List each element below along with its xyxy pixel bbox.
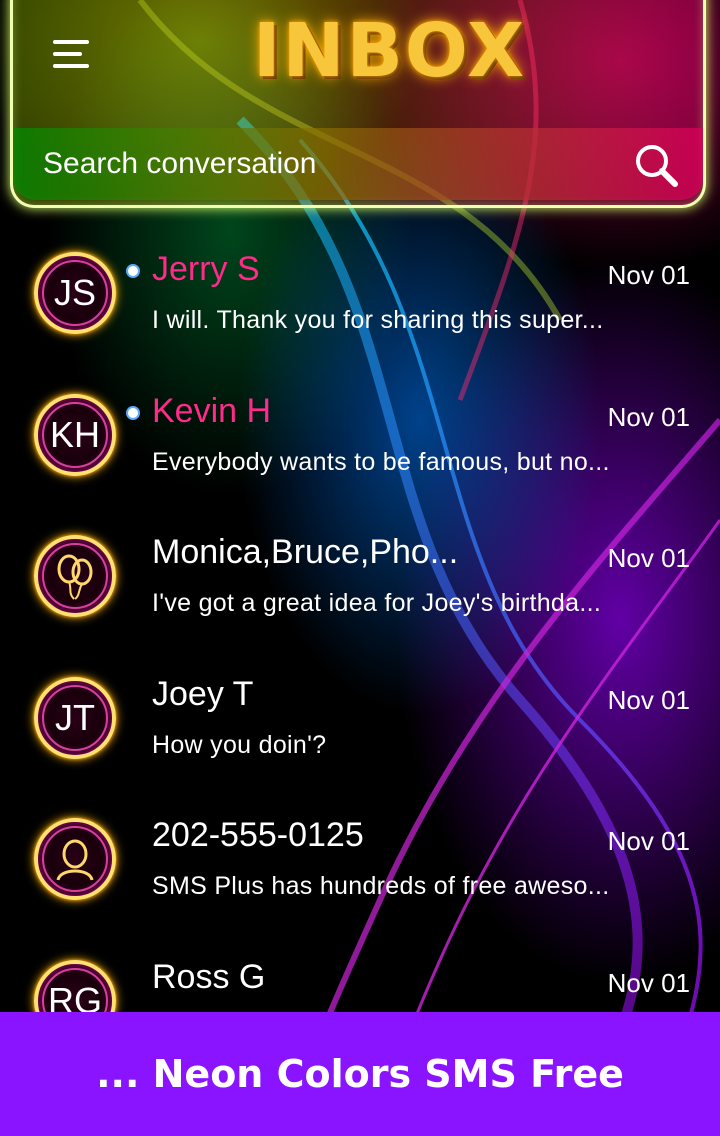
balloons-icon [57,554,93,600]
avatar [34,818,116,900]
avatar: KH [34,393,116,476]
message-date: Nov 01 [607,543,690,573]
message-snippet: Everybody wants to be famous, but no... [152,447,610,476]
conversation-row[interactable]: 202-555-0125 Nov 01 SMS Plus has hundred… [0,788,720,930]
message-snippet: SMS Plus has hundreds of free aweso... [152,872,610,900]
conversation-row[interactable]: JT Joey T Nov 01 How you doin'? [0,647,720,789]
person-icon [56,839,94,881]
message-date: Nov 01 [607,967,690,998]
conversation-row[interactable]: KH Kevin H Nov 01 Everybody wants to be … [0,364,720,506]
avatar: JT [34,676,116,759]
conversation-list: JS Jerry S Nov 01 I will. Thank you for … [0,222,720,1071]
contact-name: Ross G [152,957,266,996]
header: INBOX [10,0,706,208]
message-snippet: How you doin'? [152,730,327,759]
page-title: INBOX [253,8,527,94]
avatar-initials: KH [49,413,100,455]
conversation-row[interactable]: Monica,Bruce,Pho... Nov 01 I've got a gr… [0,505,720,647]
search-icon[interactable] [633,142,679,188]
promo-text: ... Neon Colors SMS Free [96,1052,624,1096]
message-snippet: I will. Thank you for sharing this super… [152,306,604,334]
search-bar [13,128,703,200]
message-date: Nov 01 [607,826,690,856]
contact-name: Joey T [152,674,254,713]
message-snippet: I've got a great idea for Joey's birthda… [152,589,602,617]
contact-name: 202-555-0125 [152,816,364,854]
contact-name: Monica,Bruce,Pho... [152,533,459,571]
avatar [34,535,116,617]
message-date: Nov 01 [607,401,690,432]
menu-icon[interactable] [53,40,89,68]
search-input[interactable] [43,140,603,188]
unread-dot [126,405,140,420]
message-date: Nov 01 [607,260,690,290]
unread-dot [126,264,140,278]
promo-banner[interactable]: ... Neon Colors SMS Free [0,1012,720,1136]
message-date: Nov 01 [607,684,690,715]
contact-name: Kevin H [152,391,272,430]
avatar: JS [34,252,116,334]
avatar-initials: JT [55,696,95,738]
contact-name: Jerry S [152,250,260,288]
avatar-initials: JS [53,272,96,313]
conversation-row[interactable]: JS Jerry S Nov 01 I will. Thank you for … [0,222,720,364]
